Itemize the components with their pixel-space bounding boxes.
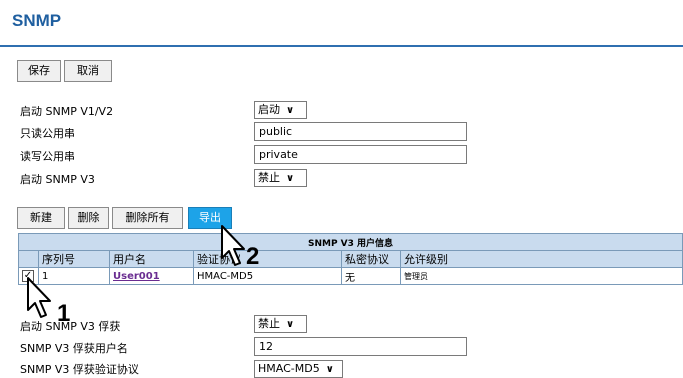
header-privacy-protocol: 私密协议 — [341, 250, 401, 268]
chevron-down-icon: ∨ — [286, 105, 295, 116]
save-button[interactable]: 保存 — [17, 60, 61, 82]
new-user-button[interactable]: 新建 — [17, 207, 65, 229]
snmp-v3-value: 禁止 — [258, 171, 280, 184]
table-row: ✓ 1 User001 HMAC-MD5 无 管理员 — [18, 267, 683, 285]
snmp-v1v2-label: 启动 SNMP V1/V2 — [20, 105, 114, 118]
trap-user-label: SNMP V3 俘获用户名 — [20, 342, 128, 355]
table-header-row: 序列号 用户名 验证协议 私密协议 允许级别 — [18, 250, 683, 268]
trap-auth-select[interactable]: HMAC-MD5 ∨ — [254, 360, 343, 378]
header-select-cell — [18, 250, 39, 268]
header-permission-level: 允许级别 — [400, 250, 683, 268]
snmp-v3-label: 启动 SNMP V3 — [20, 173, 95, 186]
snmp-v1v2-select[interactable]: 启动 ∨ — [254, 101, 307, 119]
chevron-down-icon: ∨ — [325, 364, 334, 375]
trap-auth-value: HMAC-MD5 — [258, 362, 320, 375]
v3-trap-value: 禁止 — [258, 317, 280, 330]
cursor-pointer-icon — [27, 277, 51, 318]
step-callout-2: 2 — [246, 243, 260, 270]
table-caption: SNMP V3 用户信息 — [18, 233, 683, 251]
username-link[interactable]: User001 — [113, 271, 160, 282]
header-index: 序列号 — [38, 250, 110, 268]
row-username-cell: User001 — [109, 267, 194, 285]
write-community-input[interactable]: private — [254, 145, 467, 164]
delete-user-button[interactable]: 删除 — [68, 207, 109, 229]
trap-user-input[interactable]: 12 — [254, 337, 467, 356]
page-header: SNMP — [0, 0, 683, 47]
page-title: SNMP — [12, 11, 62, 30]
step-callout-1: 1 — [57, 300, 71, 327]
delete-all-users-button[interactable]: 删除所有 — [112, 207, 183, 229]
row-privacy-protocol: 无 — [341, 267, 401, 285]
trap-auth-label: SNMP V3 俘获验证协议 — [20, 363, 139, 376]
v3-trap-select[interactable]: 禁止 ∨ — [254, 315, 307, 333]
snmp-v3-select[interactable]: 禁止 ∨ — [254, 169, 307, 187]
snmp-v3-user-table: SNMP V3 用户信息 序列号 用户名 验证协议 私密协议 允许级别 ✓ 1 … — [18, 233, 683, 285]
snmp-v1v2-value: 启动 — [258, 103, 280, 116]
row-permission-level: 管理员 — [400, 267, 683, 285]
write-community-label: 读写公用串 — [20, 150, 75, 163]
chevron-down-icon: ∨ — [286, 173, 295, 184]
cancel-button[interactable]: 取消 — [64, 60, 112, 82]
chevron-down-icon: ∨ — [286, 319, 295, 330]
row-auth-protocol: HMAC-MD5 — [193, 267, 342, 285]
header-username: 用户名 — [109, 250, 194, 268]
read-community-label: 只读公用串 — [20, 127, 75, 140]
header-auth-protocol: 验证协议 — [193, 250, 342, 268]
read-community-input[interactable]: public — [254, 122, 467, 141]
